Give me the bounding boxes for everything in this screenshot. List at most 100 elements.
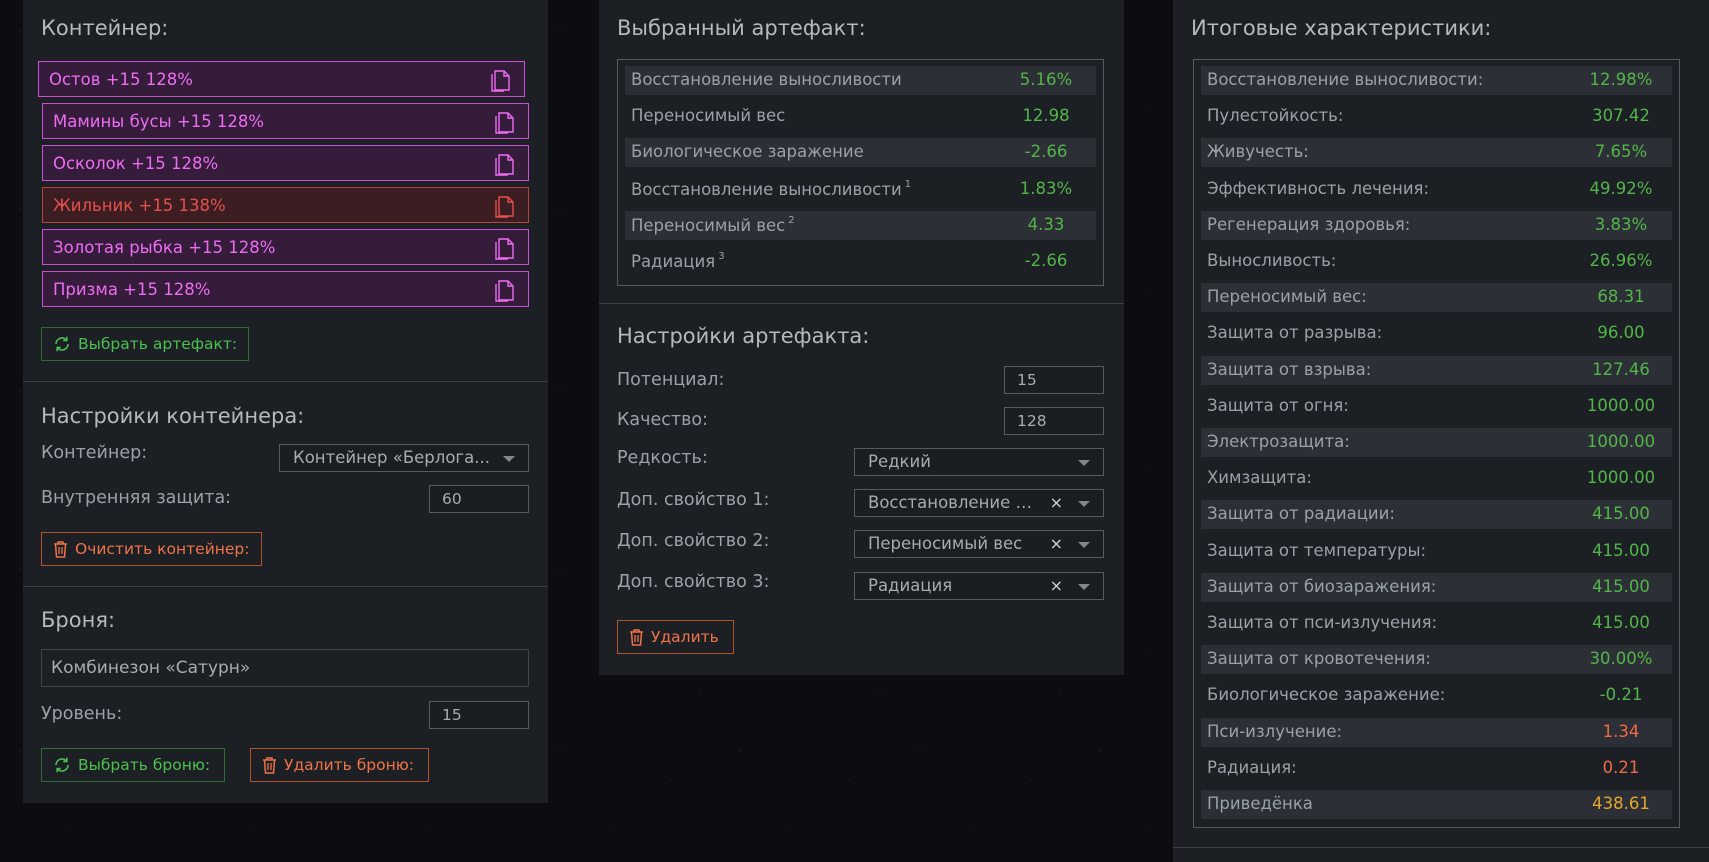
stat-label-text: Выносливость: [1207, 251, 1337, 270]
clear-container-button[interactable]: Очистить контейнер: [41, 532, 262, 566]
armor-name-field[interactable]: Комбинезон «Сатурн» [41, 649, 529, 687]
stat-label-text: Пулестойкость: [1207, 106, 1344, 126]
inner-protection-input[interactable]: 60 [429, 485, 529, 513]
artifact-item[interactable]: Жильник +15 138% [42, 187, 529, 223]
artifact-item[interactable]: Осколок +15 128% [42, 145, 529, 181]
stat-label: Биологическое заражение: [1207, 685, 1445, 704]
stat-value: 438.61 [1592, 794, 1650, 813]
potential-label: Потенциал: [617, 370, 725, 390]
copy-button[interactable] [494, 109, 518, 139]
container-select[interactable]: Контейнер «Берлога... [279, 444, 529, 472]
total-stat-row: Живучесть: 7.65% [1201, 138, 1672, 168]
clear-x-icon[interactable]: × [1050, 576, 1063, 595]
stat-label-text: Восстановление выносливости: [1207, 70, 1484, 89]
footnote-marker: 1 [904, 178, 912, 190]
rarity-select[interactable]: Редкий [854, 448, 1104, 476]
footnote-marker: 3 [718, 251, 725, 262]
stat-value: 1.34 [1602, 721, 1640, 741]
total-stat-row: Радиация: 0.21 [1201, 754, 1672, 783]
artifact-item[interactable]: Призма +15 128% [42, 271, 529, 307]
total-stat-row: Регенерация здоровья: 3.83% [1201, 210, 1672, 240]
armor-level-input[interactable]: 15 [429, 701, 529, 729]
artifact-item-label: Золотая рыбка +15 128% [53, 237, 276, 257]
total-stat-row: Выносливость: 26.96% [1201, 247, 1672, 276]
select-artifact-button[interactable]: Выбрать артефакт: [41, 327, 249, 361]
divider [599, 303, 1124, 304]
clear-container-label: Очистить контейнер: [75, 540, 250, 558]
extra3-label: Доп. свойство 3: [617, 572, 770, 592]
stat-value: 415.00 [1592, 504, 1650, 524]
delete-artifact-button[interactable]: Удалить [617, 620, 734, 654]
stat-label-text: Восстановление выносливости [631, 70, 902, 89]
stat-value: 127.46 [1592, 359, 1650, 379]
stat-value: 415.00 [1592, 540, 1650, 560]
total-stat-row: Эффективность лечения: 49.92% [1201, 175, 1672, 204]
stat-label: Биологическое заражение [631, 142, 864, 161]
artifact-stat-row: Восстановление выносливости 1 1.83% [625, 175, 1096, 204]
total-stat-row: Биологическое заражение: -0.21 [1201, 681, 1672, 710]
artifact-item-label: Мамины бусы +15 128% [53, 111, 265, 131]
stat-label: Защита от пси-излучения: [1207, 613, 1437, 632]
select-armor-button[interactable]: Выбрать броню: [41, 748, 225, 782]
total-stat-row: Электрозащита: 1000.00 [1201, 428, 1672, 457]
copy-button[interactable] [494, 235, 518, 265]
clear-x-icon[interactable]: × [1050, 493, 1063, 512]
stat-label: Защита от температуры: [1207, 541, 1426, 560]
extra1-select[interactable]: Восстановление выносливости × [854, 489, 1104, 517]
stat-value: 30.00% [1589, 649, 1653, 669]
extra1-value: Восстановление выносливости [868, 493, 1033, 512]
container-title: Контейнер: [41, 16, 169, 40]
refresh-icon [55, 757, 69, 773]
selected-artifact-table: Восстановление выносливости 5.16% Переноси… [617, 59, 1104, 286]
copy-button[interactable] [494, 151, 518, 181]
copy-icon [495, 196, 514, 218]
artifact-item[interactable]: Остов +15 128% [38, 61, 525, 97]
copy-button[interactable] [494, 193, 518, 223]
clear-x-icon[interactable]: × [1050, 534, 1063, 553]
copy-icon [495, 112, 514, 134]
stat-label: Защита от кровотечения: [1207, 649, 1431, 668]
extra2-select[interactable]: Переносимый вес × [854, 530, 1104, 558]
total-stat-row: Переносимый вес: 68.31 [1201, 283, 1672, 313]
rarity-value: Редкий [868, 452, 931, 471]
total-stat-row: Химзащита: 1000.00 [1201, 464, 1672, 493]
stat-label: Радиация 3 [631, 251, 725, 271]
artifact-item[interactable]: Мамины бусы +15 128% [42, 103, 529, 139]
stat-label-text: Восстановление выносливости [631, 179, 902, 199]
stat-value: 68.31 [1597, 287, 1645, 307]
rarity-label: Редкость: [617, 448, 708, 468]
stat-label: Эффективность лечения: [1207, 179, 1429, 198]
stat-label-text: Радиация [631, 252, 716, 271]
stat-label: Радиация: [1207, 758, 1297, 777]
artifact-settings-title: Настройки артефакта: [617, 324, 870, 348]
extra2-label: Доп. свойство 2: [617, 531, 770, 551]
extra3-select[interactable]: Радиация × [854, 572, 1104, 600]
divider [23, 381, 548, 382]
total-stat-row: Пулестойкость: 307.42 [1201, 102, 1672, 131]
copy-button[interactable] [490, 67, 514, 97]
artifact-item[interactable]: Золотая рыбка +15 128% [42, 229, 529, 265]
stat-label-text: Защита от биозаражения: [1207, 576, 1437, 596]
stat-label: Восстановление выносливости: [1207, 70, 1483, 89]
stat-label-text: Переносимый вес: [1207, 287, 1367, 307]
total-stat-row: Пси-излучение: 1.34 [1201, 717, 1672, 747]
stat-label: Пси-излучение: [1207, 722, 1342, 741]
stat-label-text: Химзащита: [1207, 468, 1312, 488]
quality-input[interactable]: 128 [1004, 407, 1104, 435]
totals-table: Восстановление выносливости: 12.98% Пулест… [1193, 59, 1680, 828]
stat-label: Защита от биозаражения: [1207, 577, 1436, 596]
armor-title: Броня: [41, 608, 116, 632]
copy-icon [495, 280, 514, 302]
copy-button[interactable] [494, 277, 518, 307]
stat-label: Восстановление выносливости [631, 70, 902, 89]
stat-label: Живучесть: [1207, 142, 1309, 161]
potential-input[interactable]: 15 [1004, 366, 1104, 394]
stat-value: 49.92% [1589, 178, 1653, 198]
stat-label-text: Защита от огня: [1207, 395, 1349, 415]
stat-value: 96.00 [1597, 323, 1645, 343]
chevron-down-icon [1078, 460, 1090, 466]
select-armor-label: Выбрать броню: [78, 756, 211, 774]
artifact-item-label: Осколок +15 128% [53, 153, 219, 173]
stat-value: 1000.00 [1586, 395, 1656, 415]
delete-armor-button[interactable]: Удалить броню: [250, 748, 429, 782]
